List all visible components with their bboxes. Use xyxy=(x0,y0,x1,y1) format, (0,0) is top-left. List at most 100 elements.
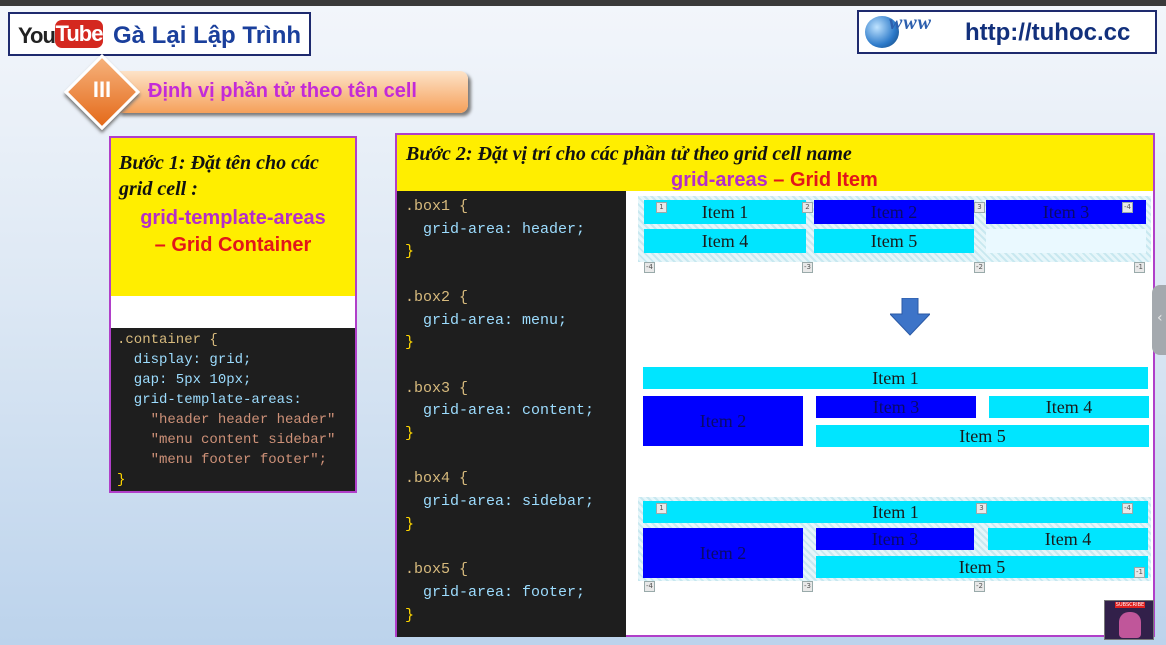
code-line: "menu content sidebar" xyxy=(117,430,355,450)
step1-property: grid-template-areas xyxy=(140,207,326,229)
code-text: grid-area: content; xyxy=(405,402,595,420)
grid-item-sidebar: Item 4 xyxy=(989,396,1149,418)
code-line: display: grid; xyxy=(117,350,355,370)
code-text: "header header header" xyxy=(117,412,336,428)
code-line: .box3 { xyxy=(405,378,626,401)
grid-line-label: -4 xyxy=(1122,503,1133,514)
code-text: } xyxy=(117,472,126,488)
code-line: } xyxy=(117,470,355,490)
grid-line-label: -3 xyxy=(802,581,813,592)
youtube-logo-you: You xyxy=(18,23,56,48)
grid-item: Item 1 xyxy=(644,200,806,224)
avatar-figure xyxy=(1119,612,1141,638)
code-line: .box1 { xyxy=(405,196,626,219)
grid-item: Item 4 xyxy=(644,229,806,253)
code-text: .box1 { xyxy=(405,198,469,215)
code-text: .box4 { xyxy=(405,470,469,488)
step2-header: Bước 2: Đặt vị trí cho các phần tử theo … xyxy=(397,135,1153,191)
website-url: http://tuhoc.cc xyxy=(965,19,1131,46)
www-logo: www xyxy=(889,12,933,34)
step1-header: Bước 1: Đặt tên cho các grid cell : grid… xyxy=(111,138,355,296)
grid-item-content: Item 3 xyxy=(816,396,976,418)
step1-panel: Bước 1: Đặt tên cho các grid cell : grid… xyxy=(109,136,357,493)
step2-property: grid-areas xyxy=(671,169,768,191)
subscribe-badge: SUBSCRIBE xyxy=(1115,602,1145,608)
side-panel-toggle[interactable]: ‹ xyxy=(1152,285,1166,355)
code-text: "menu content sidebar" xyxy=(117,432,336,448)
grid-line-label: -2 xyxy=(974,581,985,592)
grid-line-label: -4 xyxy=(644,262,655,273)
code-line: grid-area: footer; xyxy=(405,582,626,605)
code-line: gap: 5px 10px; xyxy=(117,370,355,390)
code-line: .box5 { xyxy=(405,559,626,582)
step2-title: Bước 2: Đặt vị trí cho các phần tử theo … xyxy=(406,143,852,165)
code-line: } xyxy=(405,423,626,446)
code-text: .box2 { xyxy=(405,288,469,306)
code-text: .box5 { xyxy=(405,561,469,579)
code-line: grid-area: menu; xyxy=(405,310,626,333)
grid-preview-overlay: Item 1 Item 2 Item 3 Item 4 Item 5 1 3 -… xyxy=(638,497,1151,597)
code-line: grid-area: sidebar; xyxy=(405,491,626,514)
code-line: } xyxy=(405,241,626,264)
code-text: "menu footer footer"; xyxy=(117,452,328,468)
step2-role: – Grid Item xyxy=(773,169,878,191)
grid-line-label: 2 xyxy=(802,202,813,213)
step1-title: Bước 1: Đặt tên cho các grid cell : xyxy=(119,152,319,200)
step2-code: .box1 { grid-area: header; } .box2 { gri… xyxy=(397,191,626,637)
grid-line-label: -2 xyxy=(974,262,985,273)
code-text: } xyxy=(405,334,415,352)
code-line: } xyxy=(405,605,626,628)
channel-box: You Tube Gà Lại Lập Trình xyxy=(8,12,311,56)
code-text: .container { xyxy=(117,332,218,348)
top-bar xyxy=(0,0,1166,6)
code-line: .container { xyxy=(117,330,355,350)
code-line: grid-template-areas: xyxy=(117,390,355,410)
grid-item-footer: Item 5 xyxy=(816,425,1149,447)
grid-line-label: -4 xyxy=(1122,202,1133,213)
code-text: grid-area: header; xyxy=(405,220,586,238)
code-text: gap: 5px 10px; xyxy=(117,372,252,388)
grid-item-sidebar: Item 4 xyxy=(988,528,1148,550)
code-line: .box4 { xyxy=(405,468,626,491)
grid-item-menu: Item 2 xyxy=(643,396,803,446)
grid-line-label: 1 xyxy=(656,503,667,514)
grid-item: Item 5 xyxy=(814,229,974,253)
code-text: grid-area: menu; xyxy=(405,311,568,329)
grid-line-label: 3 xyxy=(974,202,985,213)
step1-role: – Grid Container xyxy=(154,234,312,256)
step2-subtitle: grid-areas – Grid Item xyxy=(671,169,878,192)
code-line: } xyxy=(405,514,626,537)
website-box: www http://tuhoc.cc xyxy=(857,10,1157,54)
section-title: Định vị phần tử theo tên cell xyxy=(148,80,417,102)
presenter-avatar: SUBSCRIBE xyxy=(1104,600,1154,640)
grid-line-label: -1 xyxy=(1134,567,1145,578)
grid-line-label: 3 xyxy=(976,503,987,514)
code-line: grid-area: content; xyxy=(405,400,626,423)
code-line: } xyxy=(405,332,626,355)
grid-line-label: -3 xyxy=(802,262,813,273)
grid-line-label: -4 xyxy=(644,581,655,592)
code-text: grid-template-areas: xyxy=(117,392,302,408)
grid-item-footer: Item 5 xyxy=(816,556,1148,578)
code-text: } xyxy=(405,606,415,624)
channel-name: Gà Lại Lập Trình xyxy=(113,22,302,49)
code-text: display: grid; xyxy=(117,352,252,368)
step1-code: .container { display: grid; gap: 5px 10p… xyxy=(111,328,355,491)
code-line: grid-area: header; xyxy=(405,219,626,242)
section-number: III xyxy=(92,77,112,102)
grid-item: Item 2 xyxy=(814,200,974,224)
code-text: grid-area: footer; xyxy=(405,583,586,601)
code-text: grid-area: sidebar; xyxy=(405,493,595,511)
code-text: } xyxy=(405,243,415,261)
grid-item-content: Item 3 xyxy=(816,528,974,550)
grid-item-header: Item 1 xyxy=(643,367,1148,389)
chevron-left-icon: ‹ xyxy=(1157,310,1163,326)
grid-preview-after: Item 1 Item 2 Item 3 Item 4 Item 5 xyxy=(638,361,1151,459)
code-line: .box2 { xyxy=(405,287,626,310)
grid-item-menu: Item 2 xyxy=(643,528,803,578)
youtube-logo-tube: Tube xyxy=(55,20,103,48)
